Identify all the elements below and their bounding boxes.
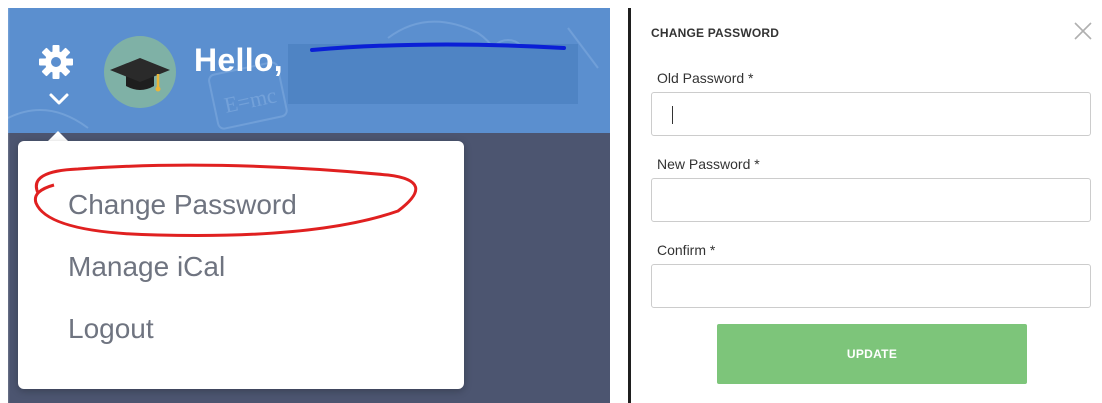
modal-title: CHANGE PASSWORD xyxy=(651,26,780,40)
text-cursor xyxy=(672,106,673,124)
new-password-field[interactable] xyxy=(651,178,1091,222)
greeting-text: Hello, xyxy=(194,42,283,78)
old-password-label: Old Password * xyxy=(657,70,754,86)
redaction-mark xyxy=(310,42,566,52)
old-password-field[interactable] xyxy=(651,92,1091,136)
account-panel: E=mc Hello, Change Password Manage iCal … xyxy=(8,8,610,403)
avatar[interactable] xyxy=(104,36,176,108)
close-icon[interactable] xyxy=(1072,20,1094,42)
graduation-cap-icon xyxy=(110,58,170,92)
left-edge-fade xyxy=(0,0,10,403)
confirm-password-field[interactable] xyxy=(651,264,1091,308)
menu-item-logout[interactable]: Logout xyxy=(68,313,154,345)
menu-item-manage-ical[interactable]: Manage iCal xyxy=(68,251,225,283)
header-bar: E=mc Hello, xyxy=(8,8,610,133)
confirm-password-label: Confirm * xyxy=(657,242,716,258)
change-password-modal: CHANGE PASSWORD Old Password * New Passw… xyxy=(628,8,1102,403)
update-button[interactable]: UPDATE xyxy=(717,324,1027,384)
chevron-down-icon[interactable] xyxy=(48,92,70,106)
new-password-label: New Password * xyxy=(657,156,760,172)
svg-text:E=mc: E=mc xyxy=(222,82,279,117)
gear-icon[interactable] xyxy=(38,44,74,80)
menu-item-change-password[interactable]: Change Password xyxy=(68,189,297,221)
account-dropdown-menu: Change Password Manage iCal Logout xyxy=(18,141,464,389)
